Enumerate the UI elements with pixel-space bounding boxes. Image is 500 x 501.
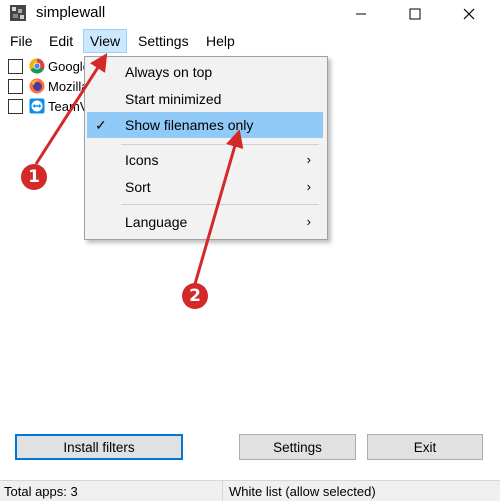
annotation-badge-2: 2: [182, 283, 208, 309]
mode-status: White list (allow selected): [229, 484, 376, 499]
menu-file[interactable]: File: [4, 30, 39, 52]
menu-view[interactable]: View: [83, 29, 128, 53]
total-apps-status: Total apps: 3: [4, 484, 78, 499]
status-bar: Total apps: 3 White list (allow selected…: [0, 480, 500, 501]
menu-item-label: Icons: [125, 152, 159, 168]
menu-item-label: Always on top: [125, 64, 213, 80]
teamviewer-icon: [29, 98, 45, 114]
install-filters-button[interactable]: Install filters: [15, 434, 183, 460]
status-divider: [222, 481, 223, 501]
view-menu-dropdown: Always on top Start minimized ✓ Show fil…: [84, 56, 328, 240]
list-item[interactable]: Mozilla: [4, 76, 88, 96]
submenu-arrow-icon: ›: [306, 152, 311, 167]
list-item[interactable]: TeamV: [4, 96, 88, 116]
list-item[interactable]: Google: [4, 56, 90, 76]
menu-settings[interactable]: Settings: [132, 30, 195, 52]
maximize-icon: [409, 8, 421, 20]
menu-item-label: Start minimized: [125, 91, 222, 107]
close-button[interactable]: [446, 0, 492, 28]
menu-separator: [121, 204, 319, 205]
submenu-arrow-icon: ›: [306, 179, 311, 194]
simplewall-app-icon: [10, 5, 26, 21]
menu-edit[interactable]: Edit: [43, 30, 79, 52]
menu-item-always-on-top[interactable]: Always on top: [87, 59, 323, 85]
firefox-icon: [29, 78, 45, 94]
app-window: simplewall File Edit View Settings Help: [0, 0, 500, 501]
window-title: simplewall: [36, 4, 106, 21]
app-name: TeamV: [48, 98, 89, 114]
submenu-arrow-icon: ›: [306, 214, 311, 229]
menu-item-start-minimized[interactable]: Start minimized: [87, 86, 323, 112]
close-icon: [463, 8, 475, 20]
annotation-badge-1: 1: [21, 164, 47, 190]
menu-item-show-filenames-only[interactable]: ✓ Show filenames only: [87, 112, 323, 138]
menu-item-label: Sort: [125, 179, 151, 195]
menu-help[interactable]: Help: [200, 30, 241, 52]
checkmark-icon: ✓: [95, 117, 107, 133]
menu-item-sort[interactable]: Sort ›: [87, 174, 323, 200]
minimize-button[interactable]: [338, 0, 384, 28]
menu-item-label: Language: [125, 214, 188, 230]
title-bar: simplewall: [0, 0, 500, 28]
chrome-icon: [29, 58, 45, 74]
menu-item-label: Show filenames only: [125, 117, 254, 133]
app-checkbox[interactable]: [8, 58, 23, 74]
app-name: Mozilla: [48, 78, 89, 94]
settings-button[interactable]: Settings: [239, 434, 356, 460]
app-checkbox[interactable]: [8, 78, 23, 94]
minimize-icon: [356, 13, 366, 15]
menu-bar: File Edit View Settings Help: [0, 29, 500, 53]
menu-item-icons[interactable]: Icons ›: [87, 147, 323, 173]
app-checkbox[interactable]: [8, 98, 23, 114]
menu-item-language[interactable]: Language ›: [87, 209, 323, 235]
exit-button[interactable]: Exit: [367, 434, 483, 460]
menu-separator: [121, 144, 319, 145]
maximize-button[interactable]: [392, 0, 438, 28]
